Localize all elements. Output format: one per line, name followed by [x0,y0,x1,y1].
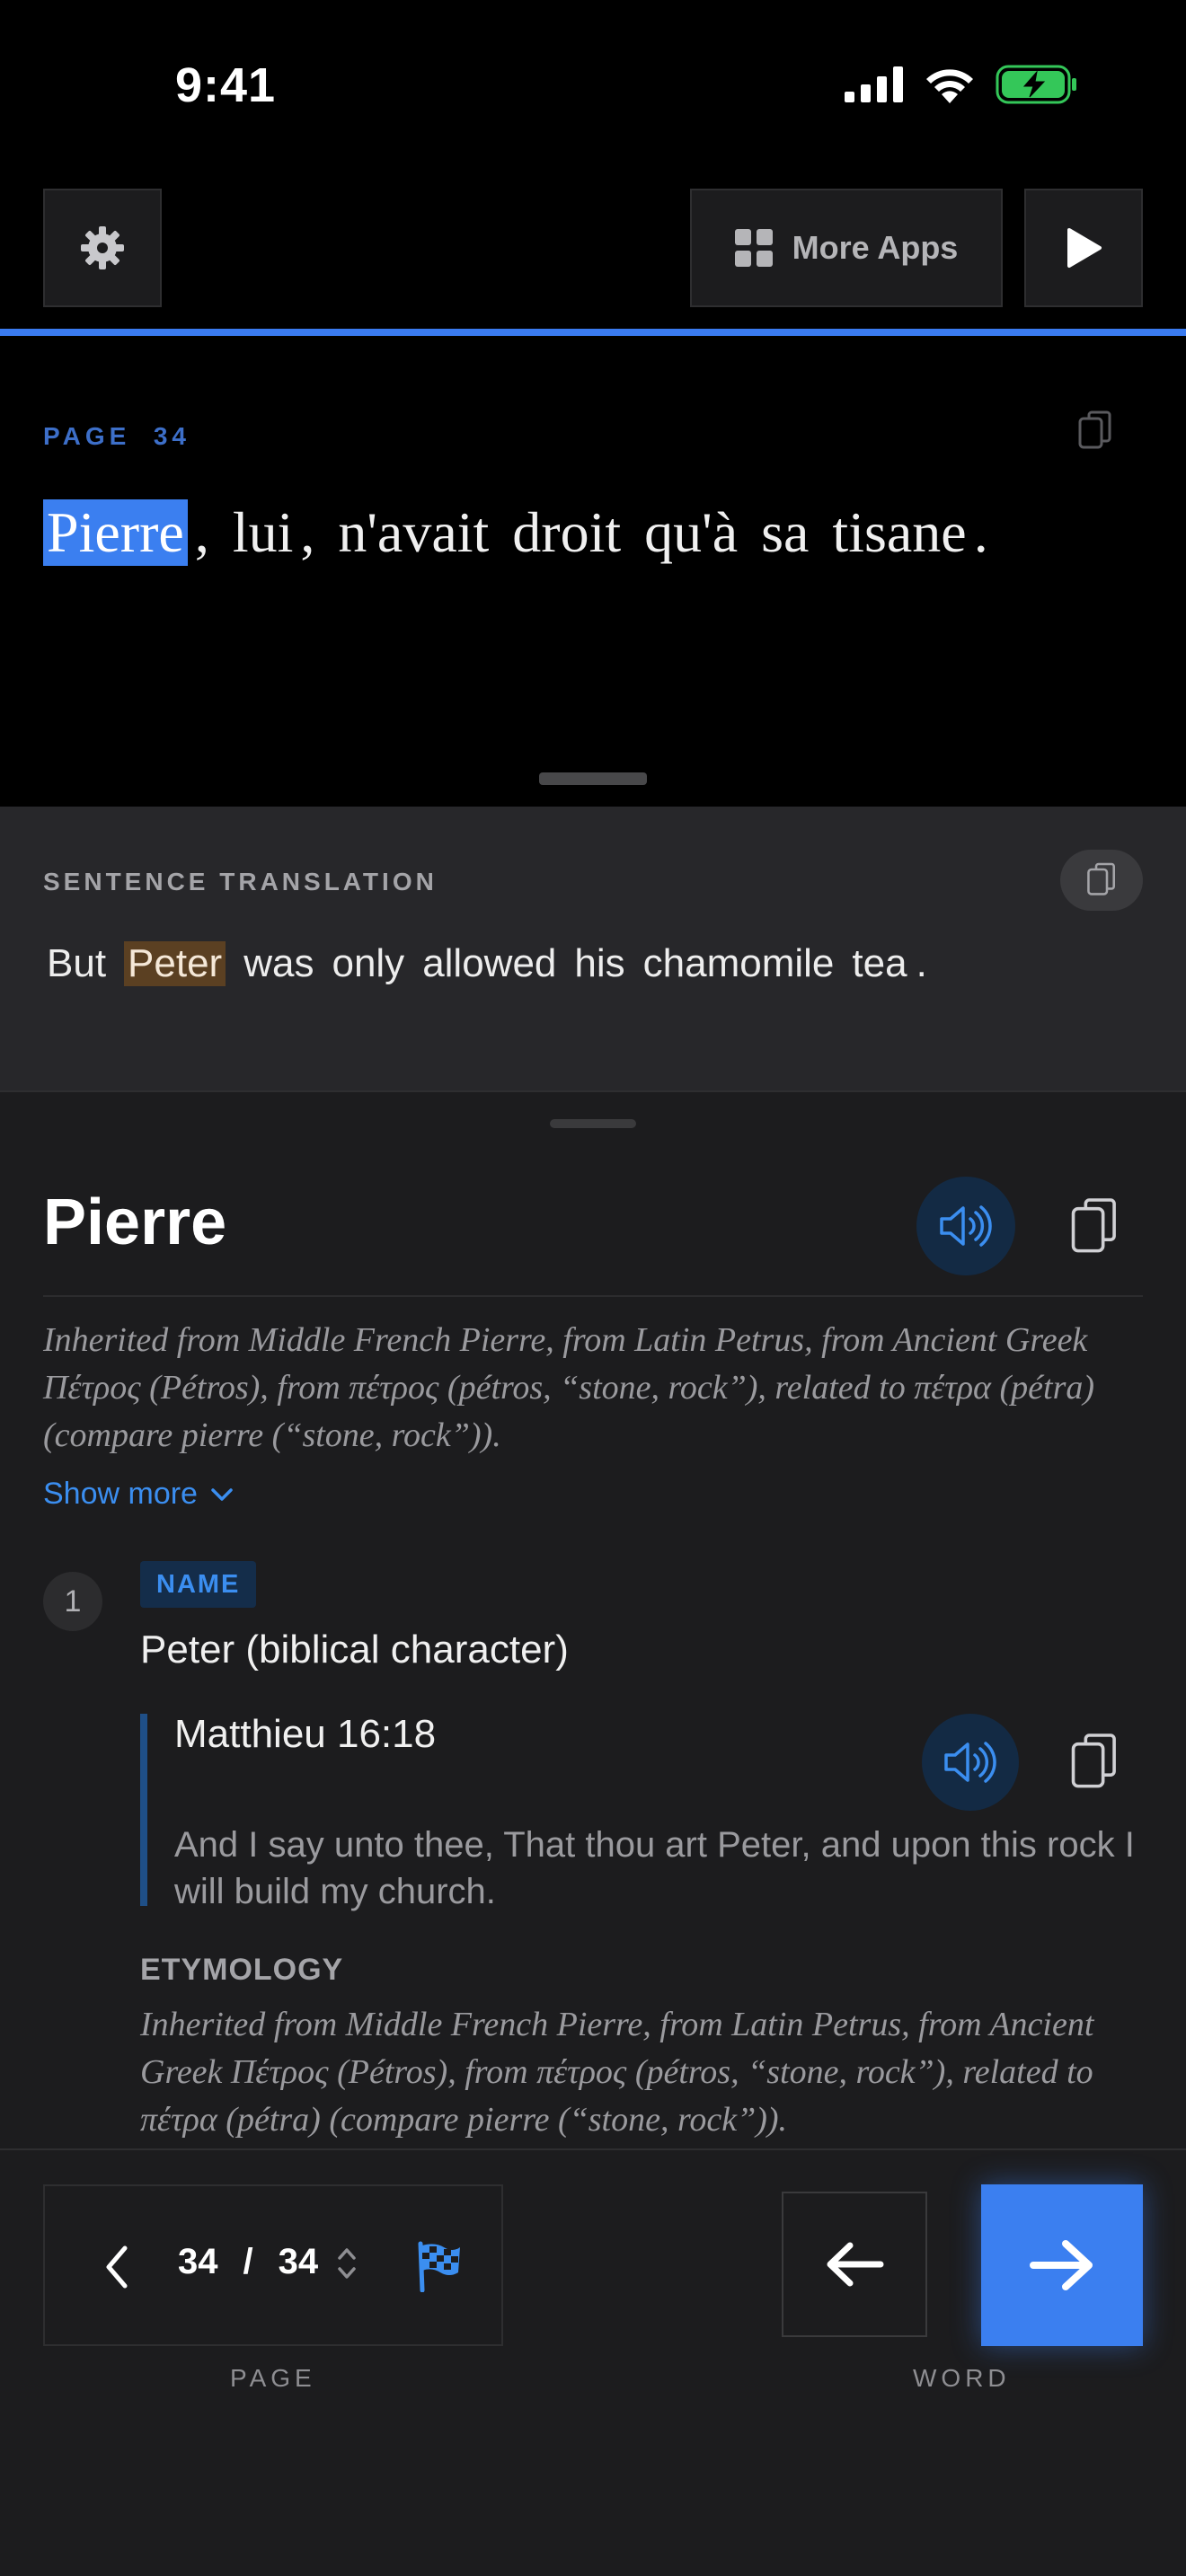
headword: Pierre [43,1187,227,1258]
translation-label: SENTENCE TRANSLATION [43,868,438,895]
show-more-link[interactable]: Show more [43,1477,234,1512]
copy-icon [1071,1734,1116,1788]
sense-gloss: Peter (biblical character) [140,1628,569,1672]
page-separator: / [243,2242,253,2281]
speaker-icon [944,1742,996,1783]
sentence-punctuation: , [300,500,315,564]
page-nav-label: PAGE [230,2364,316,2392]
status-icons [845,65,1078,104]
word-nav-label: WORD [913,2364,1011,2392]
divider [43,1295,1143,1297]
translation-punctuation: . [916,941,927,985]
previous-page-button[interactable] [84,2231,149,2303]
status-time: 9:41 [175,58,277,112]
dictionary-drag-handle[interactable] [550,1119,636,1128]
headword-etymology: Inherited from Middle French Pierre, fro… [43,1321,1095,1454]
translation-word: was [243,941,314,985]
sense-number: 1 [43,1572,102,1631]
settings-button[interactable] [43,189,162,307]
translation-word: tea [852,941,907,985]
translation-word: his [574,941,625,985]
more-apps-button[interactable]: More Apps [690,189,1003,307]
page-navigator: 34 / 34 [43,2184,503,2346]
sentence-punctuation: , [194,500,209,564]
reader-pane: PAGE 34 Pierre , lui , n'avait droit qu'… [0,336,1186,807]
translation-panel: SENTENCE TRANSLATION But Peter was only … [0,807,1186,1090]
grid-icon [734,229,773,267]
translation-word: only [332,941,405,985]
up-down-chevron-icon[interactable] [336,2244,358,2283]
translated-sentence: But Peter was only allowed his chamomile… [47,941,927,986]
etymology-heading: ETYMOLOGY [140,1953,344,1987]
copy-quote-button[interactable] [1060,1721,1128,1802]
page-selector[interactable]: 34 / 34 [178,2242,318,2282]
more-apps-label: More Apps [792,229,959,266]
page-label: PAGE [43,422,131,450]
top-toolbar: More Apps [0,171,1186,331]
sentence-word[interactable]: qu'à [644,499,738,566]
next-word-button[interactable] [981,2184,1143,2346]
sense-etymology: Inherited from Middle French Pierre, fro… [140,2006,1094,2139]
previous-word-button[interactable] [782,2192,927,2337]
copy-headword-button[interactable] [1060,1186,1128,1266]
sentence-word[interactable]: sa [761,499,809,566]
reading-progress-bar [0,329,1186,336]
chevron-left-icon [106,2245,128,2289]
page-total: 34 [278,2242,319,2281]
chevron-down-icon [211,1487,233,1501]
sentence-word[interactable]: tisane [832,499,966,566]
translation-word: allowed [422,941,557,985]
translation-word: Peter [124,941,226,986]
gear-icon [81,226,124,269]
quote-text: And I say unto thee, That thou art Peter… [174,1825,1135,1911]
sentence-word[interactable]: Pierre [43,499,188,566]
bottom-navigation: 34 / 34 PAGE WORD [0,2148,1186,2576]
pronounce-quote-button[interactable] [922,1714,1019,1811]
part-of-speech-badge: NAME [140,1561,257,1608]
copy-icon [1071,1198,1116,1253]
translation-word: But [47,941,107,985]
page-indicator: PAGE 34 [43,422,190,451]
sentence-word[interactable]: lui [233,499,294,566]
pronounce-headword-button[interactable] [916,1177,1015,1275]
play-icon [1067,228,1102,268]
arrow-right-icon [1030,2240,1093,2290]
play-button[interactable] [1024,189,1143,307]
battery-charging-icon [996,65,1076,104]
page-number: 34 [153,422,190,450]
reader-drag-handle[interactable] [539,772,647,785]
page-current: 34 [178,2242,218,2281]
speaker-icon [940,1205,992,1247]
show-more-label: Show more [43,1477,198,1511]
status-bar: 9:41 [0,0,1186,171]
copy-translation-button[interactable] [1060,850,1143,911]
copy-icon [1078,410,1111,449]
source-sentence: Pierre , lui , n'avait droit qu'à sa tis… [43,499,988,566]
arrow-left-icon [827,2242,884,2287]
quote-accent-bar [140,1714,147,1906]
sentence-punctuation: . [973,500,988,564]
dictionary-panel: Pierre Inherited from Middle French Pier… [0,1090,1186,2148]
signal-icon [845,66,903,102]
sentence-word[interactable]: droit [512,499,621,566]
translation-word: chamomile [642,941,835,985]
quote-reference: Matthieu 16:18 [174,1712,437,1756]
copy-icon [1087,862,1115,895]
copy-sentence-button[interactable] [1076,410,1114,457]
wifi-icon [926,69,973,103]
checkered-flag-icon[interactable] [413,2240,464,2292]
sentence-word[interactable]: n'avait [338,499,489,566]
